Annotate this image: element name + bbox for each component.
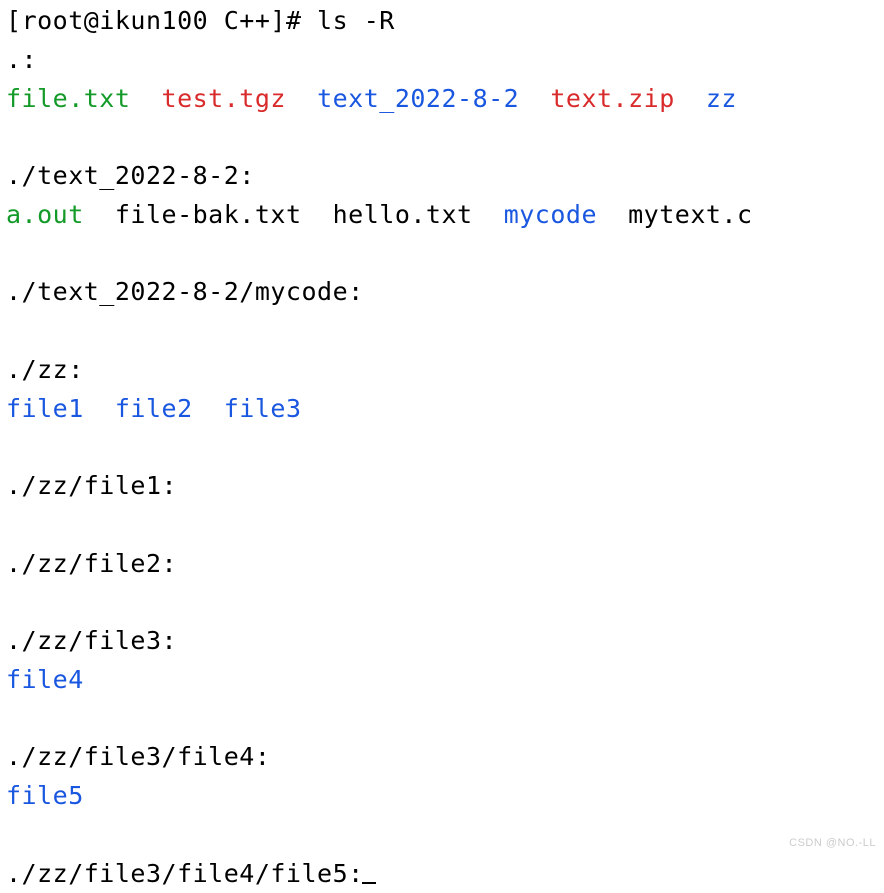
- dir-header: ./zz/file3/file4/file5:: [6, 859, 364, 888]
- ls-entry: file3: [224, 394, 302, 423]
- prompt-open: [: [6, 6, 22, 35]
- ls-entry: hello.txt: [333, 200, 473, 229]
- prompt-cwd: C++: [224, 6, 271, 35]
- dir-header: ./zz:: [6, 355, 84, 384]
- terminal-cursor: [362, 882, 376, 884]
- ls-entry: test.tgz: [162, 84, 286, 113]
- ls-entry: file2: [115, 394, 193, 423]
- ls-entry: file1: [6, 394, 84, 423]
- ls-entry: a.out: [6, 200, 84, 229]
- ls-entry: mytext.c: [628, 200, 752, 229]
- ls-entry: mycode: [504, 200, 597, 229]
- watermark: CSDN @NO.-LL: [789, 837, 876, 849]
- ls-entry: file4: [6, 665, 84, 694]
- ls-entry: file5: [6, 781, 84, 810]
- dir-header: ./zz/file2:: [6, 549, 177, 578]
- ls-entry: file-bak.txt: [115, 200, 302, 229]
- prompt-userhost: root@ikun100: [22, 6, 224, 35]
- dir-header: ./zz/file3:: [6, 626, 177, 655]
- ls-entry: text_2022-8-2: [317, 84, 519, 113]
- dir-header: ./text_2022-8-2:: [6, 161, 255, 190]
- terminal-output[interactable]: [root@ikun100 C++]# ls -R .: file.txt te…: [6, 2, 878, 893]
- ls-entry: text.zip: [550, 84, 674, 113]
- ls-entry: zz: [706, 84, 737, 113]
- dir-header: ./zz/file3/file4:: [6, 742, 270, 771]
- ls-entry: file.txt: [6, 84, 130, 113]
- dir-header: ./zz/file1:: [6, 471, 177, 500]
- dir-header: ./text_2022-8-2/mycode:: [6, 277, 364, 306]
- prompt-command: ls -R: [317, 6, 395, 35]
- dir-header: .:: [6, 45, 37, 74]
- prompt-close: ]#: [270, 6, 317, 35]
- prompt-line: [root@ikun100 C++]# ls -R: [6, 6, 395, 35]
